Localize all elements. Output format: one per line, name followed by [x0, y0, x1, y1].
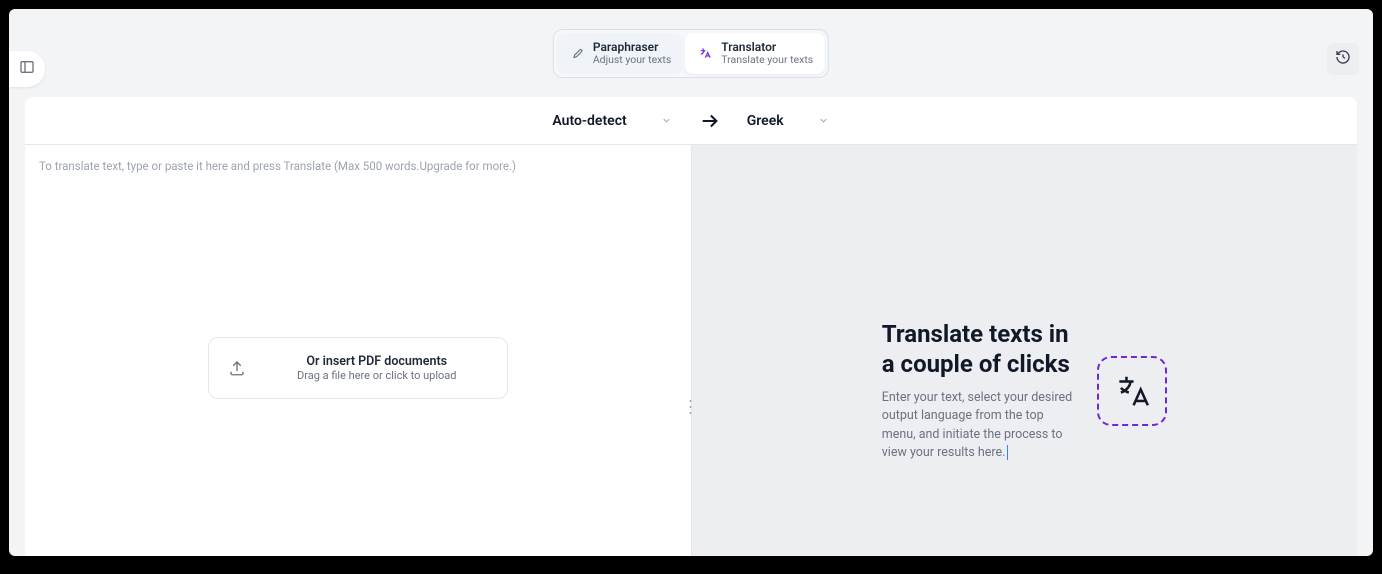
- output-panel: Translate texts in a couple of clicks En…: [692, 145, 1358, 556]
- tab-paraphraser-title: Paraphraser: [593, 40, 671, 54]
- sidebar-toggle-button[interactable]: [9, 51, 45, 87]
- translator-icon: [697, 45, 713, 61]
- text-cursor: [1007, 445, 1008, 460]
- empty-state-description: Enter your text, select your desired out…: [882, 389, 1077, 462]
- empty-state-title: Translate texts in a couple of clicks: [882, 319, 1077, 379]
- chevron-down-icon: [661, 115, 673, 127]
- upload-subtitle: Drag a file here or click to upload: [297, 369, 457, 382]
- input-panel[interactable]: To translate text, type or paste it here…: [25, 145, 692, 556]
- language-bar: Auto-detect Greek: [25, 97, 1357, 145]
- main-area: Auto-detect Greek To translate text, typ…: [25, 97, 1357, 556]
- upload-title: Or insert PDF documents: [306, 354, 447, 369]
- output-empty-state: Translate texts in a couple of clicks En…: [882, 239, 1167, 462]
- panel-icon: [19, 59, 35, 79]
- translate-badge-icon: [1097, 356, 1167, 426]
- tab-translator[interactable]: Translator Translate your texts: [685, 33, 825, 74]
- source-language-selector[interactable]: Auto-detect: [552, 113, 672, 129]
- mode-tab-switcher: Paraphraser Adjust your texts Translator…: [553, 29, 829, 78]
- chevron-down-icon: [818, 115, 830, 127]
- target-language-label: Greek: [747, 113, 784, 129]
- swap-languages-button[interactable]: [699, 110, 721, 132]
- target-language-selector[interactable]: Greek: [747, 113, 830, 129]
- tab-paraphraser-sub: Adjust your texts: [593, 54, 671, 67]
- history-button[interactable]: [1327, 43, 1359, 75]
- history-icon: [1335, 49, 1351, 69]
- upload-dropzone[interactable]: Or insert PDF documents Drag a file here…: [208, 337, 508, 399]
- source-language-label: Auto-detect: [552, 113, 626, 129]
- input-placeholder: To translate text, type or paste it here…: [39, 159, 516, 173]
- tab-translator-sub: Translate your texts: [721, 54, 813, 67]
- paraphraser-icon: [569, 45, 585, 61]
- upload-icon: [227, 358, 247, 378]
- panels-container: To translate text, type or paste it here…: [25, 145, 1357, 556]
- tab-paraphraser[interactable]: Paraphraser Adjust your texts: [557, 33, 683, 74]
- tab-translator-title: Translator: [721, 40, 813, 54]
